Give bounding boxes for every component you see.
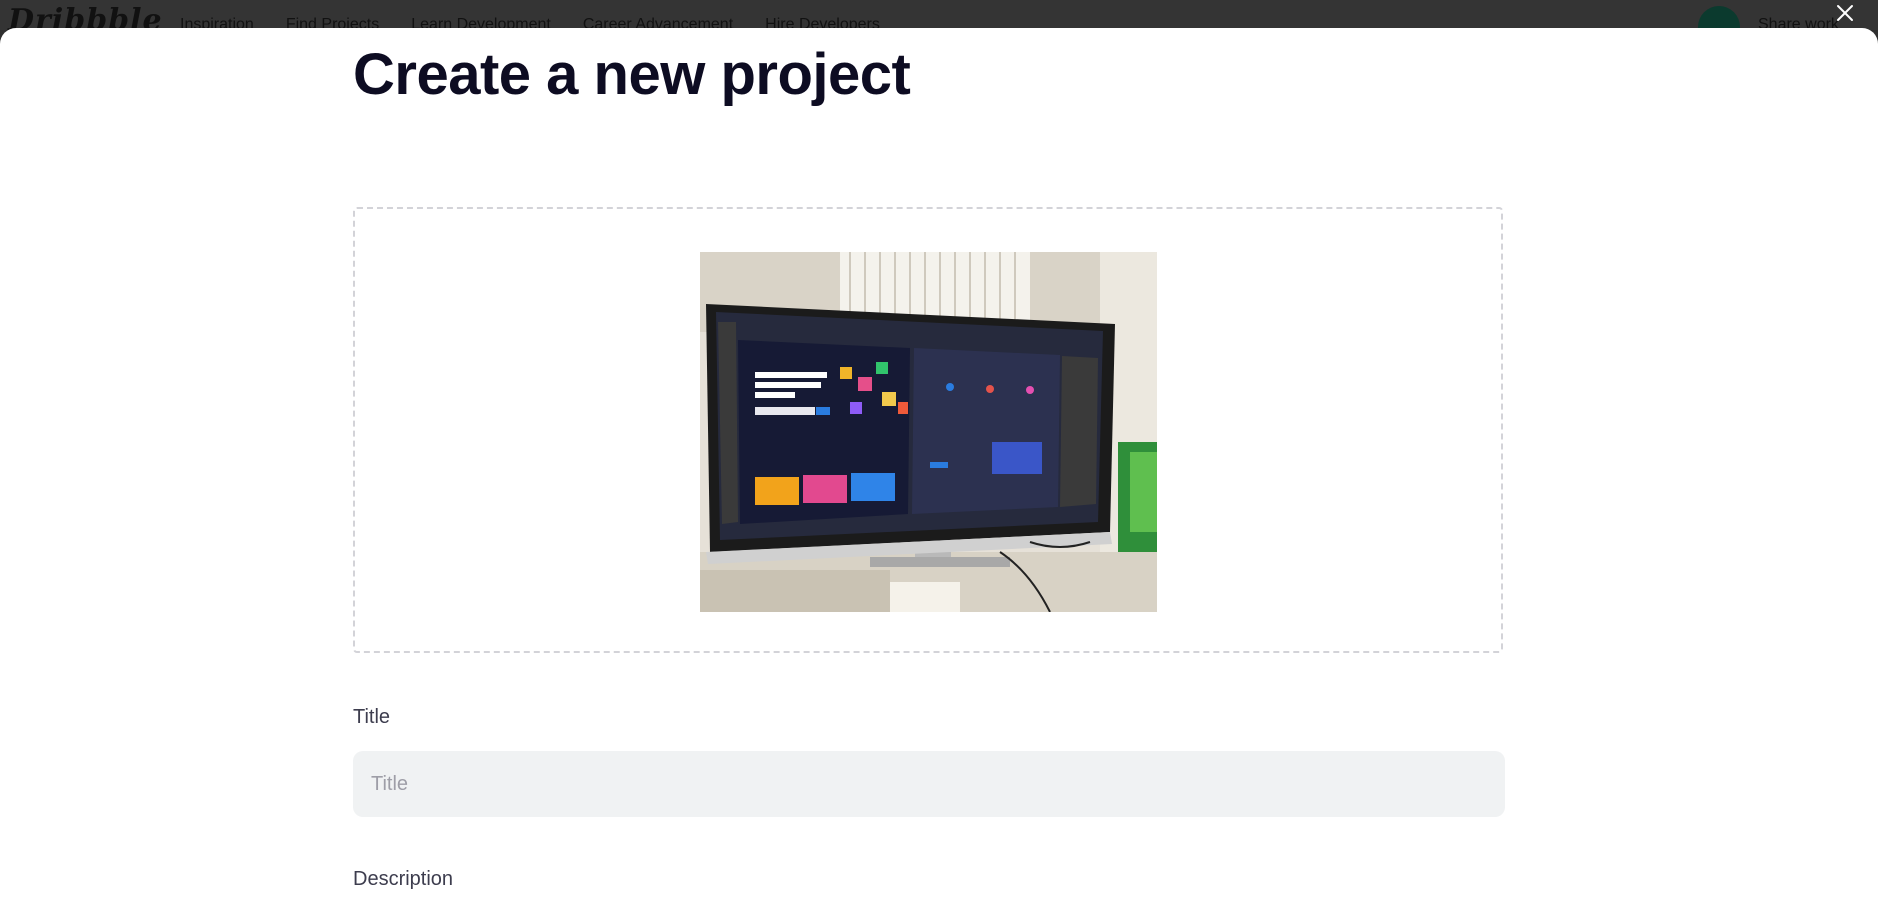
monitor-photo bbox=[700, 252, 1157, 612]
create-project-modal: Create a new project Title Title Descrip… bbox=[0, 28, 1878, 900]
top-navigation-bar: Dribbble Inspiration Find Projects Learn… bbox=[0, 0, 1878, 30]
title-label: Title bbox=[353, 706, 391, 728]
description-label: Description bbox=[353, 868, 454, 890]
logo[interactable]: Dribbble bbox=[8, 6, 163, 31]
uploaded-image-preview[interactable] bbox=[700, 252, 1157, 612]
close-button[interactable] bbox=[1830, 0, 1860, 26]
page-title: Create a new project bbox=[353, 42, 911, 107]
title-input[interactable] bbox=[353, 751, 1505, 817]
close-icon bbox=[1837, 5, 1853, 21]
avatar[interactable]: S bbox=[1698, 6, 1740, 30]
